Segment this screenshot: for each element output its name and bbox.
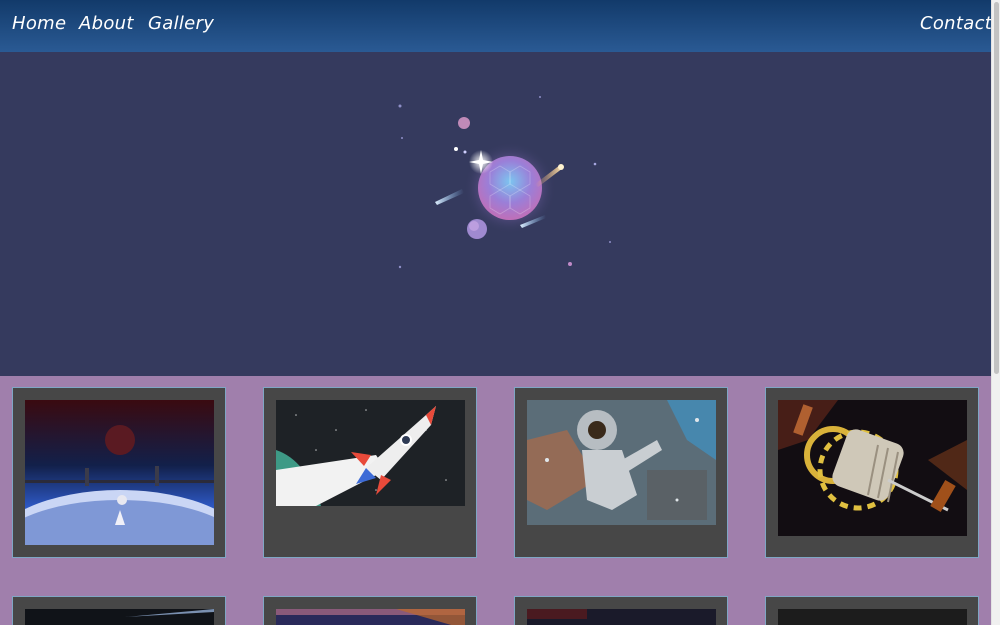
space-station-earth-image bbox=[25, 400, 214, 545]
gallery-card-8[interactable] bbox=[765, 596, 979, 625]
gallery-image-6 bbox=[276, 609, 465, 625]
gallery-card-2[interactable] bbox=[263, 387, 477, 558]
gallery-card-5[interactable] bbox=[12, 596, 226, 625]
gallery-card-7[interactable] bbox=[514, 596, 728, 625]
hero-banner bbox=[0, 52, 991, 376]
nav-link-home[interactable]: Home bbox=[12, 13, 66, 34]
gallery-card-6[interactable] bbox=[263, 596, 477, 625]
top-navigation-bar: Home About Gallery Contact bbox=[0, 0, 992, 52]
scrollbar-thumb[interactable] bbox=[994, 2, 999, 374]
gallery-image-8 bbox=[778, 609, 967, 625]
gallery-card-1[interactable] bbox=[12, 387, 226, 558]
nav-link-about[interactable]: About bbox=[79, 13, 134, 34]
astronaut-graffiti-image bbox=[527, 400, 716, 525]
rocket-launch-image bbox=[276, 400, 465, 506]
planet-illustration bbox=[398, 96, 611, 269]
nav-link-contact[interactable]: Contact bbox=[920, 13, 992, 34]
gallery-image-5 bbox=[25, 609, 214, 625]
gallery-card-3[interactable] bbox=[514, 387, 728, 558]
nav-link-gallery[interactable]: Gallery bbox=[148, 13, 214, 34]
gallery-card-4[interactable] bbox=[765, 387, 979, 558]
gallery-image-7 bbox=[527, 609, 716, 625]
space-station-ring-image bbox=[778, 400, 967, 536]
vertical-scrollbar[interactable] bbox=[991, 0, 1000, 625]
